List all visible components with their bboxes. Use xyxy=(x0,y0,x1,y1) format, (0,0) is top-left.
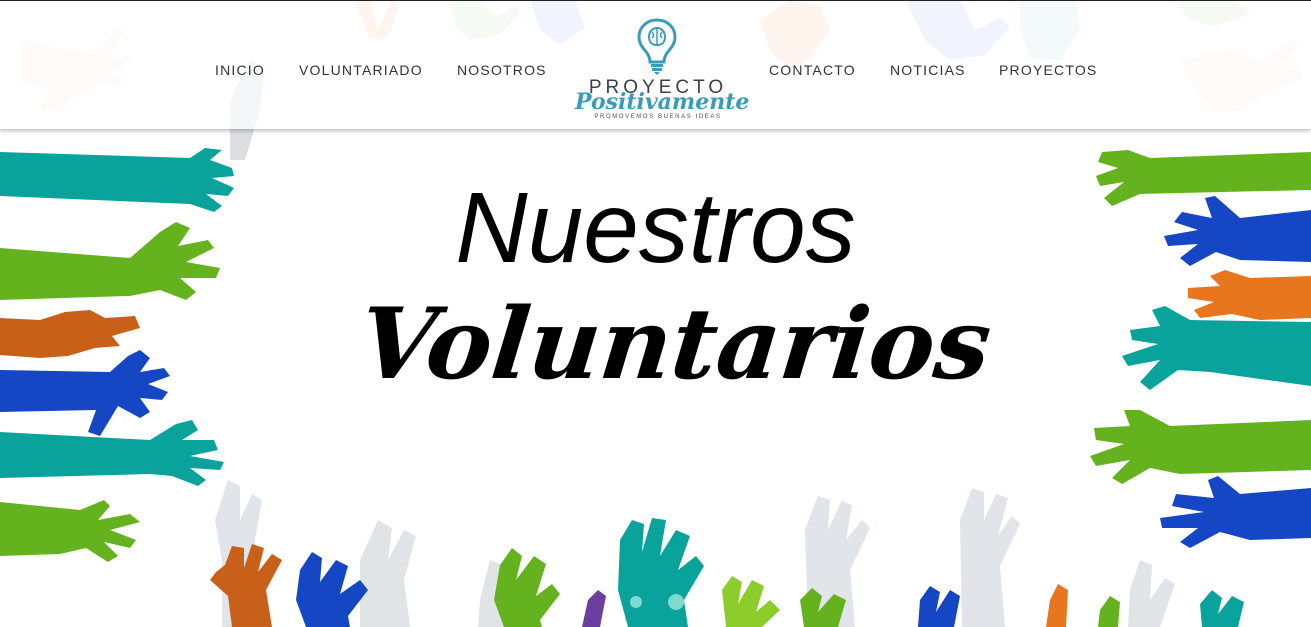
page: INICIO VOLUNTARIADO NOSOTROS PROYECTO Po… xyxy=(0,0,1311,627)
nav-link-voluntariado[interactable]: VOLUNTARIADO xyxy=(299,62,423,78)
logo-line-positivamente: Positivamente xyxy=(575,89,750,115)
nav-link-proyectos[interactable]: PROYECTOS xyxy=(999,62,1097,78)
nav-link-noticias[interactable]: NOTICIAS xyxy=(890,62,966,78)
nav-link-inicio[interactable]: INICIO xyxy=(215,62,265,78)
site-logo[interactable]: PROYECTO Positivamente PROMOVEMOS BUENAS… xyxy=(575,17,750,125)
nav-link-contacto[interactable]: CONTACTO xyxy=(769,62,856,78)
nav-link-nosotros[interactable]: NOSOTROS xyxy=(457,62,547,78)
site-header: INICIO VOLUNTARIADO NOSOTROS PROYECTO Po… xyxy=(0,0,1311,129)
lightbulb-brain-icon xyxy=(637,18,677,75)
hero-title: Nuestros xyxy=(455,172,856,284)
logo-tagline: PROMOVEMOS BUENAS IDEAS xyxy=(594,114,722,120)
hero-subtitle: Voluntarios xyxy=(353,287,997,402)
